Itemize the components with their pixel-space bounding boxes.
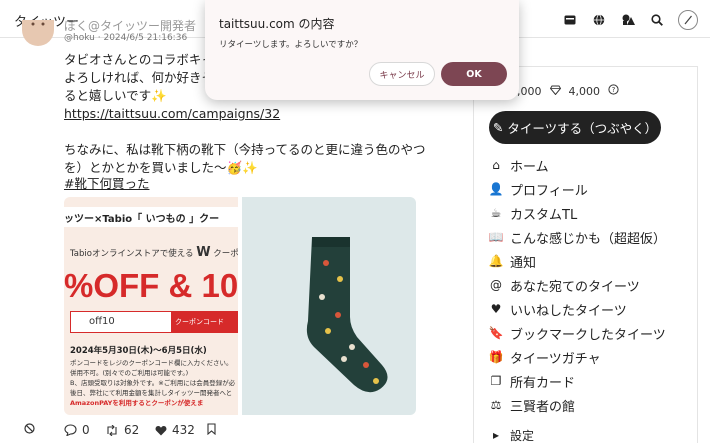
globe-icon[interactable] [591, 12, 607, 28]
sidebar-item-label: プロフィール [510, 183, 588, 199]
sidebar-item-likes[interactable]: ♥ いいねしたタイーツ [488, 297, 688, 321]
retweet-icon [107, 424, 117, 436]
retweet-count: 62 [124, 423, 140, 437]
svg-text:?: ? [612, 86, 616, 94]
promo-sub-suffix: クーポン [213, 249, 238, 259]
reply-button[interactable]: 0 [64, 423, 90, 437]
post-meta: @hoku · 2024/6/5 21:16:36 [64, 33, 188, 43]
avatar[interactable] [22, 20, 54, 46]
promo-fine: ポンコードをレジのクーポンコード欄に入力ください。 併用不可。(別々でのご利用は… [70, 358, 235, 408]
diamond-icon [549, 85, 561, 98]
sidebar-item-guess[interactable]: 📖 こんな感じかも（超超仮） [488, 225, 688, 249]
search-icon[interactable] [649, 12, 665, 28]
bookmark-icon: 🔖 [488, 326, 504, 340]
like-count: 432 [172, 423, 195, 437]
ok-button[interactable]: OK [441, 62, 507, 86]
sidebar-item-label: あなた宛てのタイーツ [510, 279, 640, 295]
post-button-label: タイーツする（つぶやく） [507, 121, 658, 136]
post-author[interactable]: ぼく@タイッツー開発者 [64, 17, 196, 34]
heart-icon: ♥ [490, 302, 502, 316]
promo-off: %OFF & 10 [64, 267, 238, 304]
post-actions: 0 62 432 [0, 420, 460, 443]
shapes-icon[interactable] [620, 12, 636, 28]
reply-icon [64, 424, 77, 436]
scales-icon: ⚖ [490, 398, 502, 412]
sidebar-item-custom-tl[interactable]: ☕ カスタムTL [488, 201, 688, 225]
bell-icon: 🔔 [488, 254, 504, 268]
sidebar-item-gacha[interactable]: 🎁 タイーツガチャ [488, 345, 688, 369]
post-timestamp[interactable]: 2024/6/5 21:16:36 [103, 33, 187, 43]
sidebar-item-home[interactable]: ⌂ ホーム [488, 153, 688, 177]
campaign-link[interactable]: https://taittsuu.com/campaigns/32 [64, 105, 464, 123]
sidebar-item-settings[interactable]: ▸ 設定 [488, 423, 688, 443]
top-icons [562, 10, 698, 30]
sidebar-item-label: 通知 [510, 255, 537, 271]
sidebar-item-label: ホーム [510, 159, 549, 175]
sidebar-item-label: 三賢者の館 [510, 399, 576, 415]
home-icon: ⌂ [492, 158, 500, 172]
card-icon[interactable] [562, 12, 578, 28]
cancel-button[interactable]: キャンセル [369, 62, 435, 86]
post-line: ちなみに、私は靴下柄の靴下（今持ってるのと更に違う色のやつ [64, 142, 426, 157]
sidebar-item-profile[interactable]: 👤 プロフィール [488, 177, 688, 201]
heart-icon [155, 425, 167, 435]
confirm-dialog: taittsuu.com の内容 リタイーツします。よろしいですか？ キャンセル… [205, 0, 519, 100]
promo-code: off10 [89, 316, 115, 327]
promo-fine-line: 併用不可。(別々でのご利用は可能です。) [70, 369, 189, 377]
sidebar-item-label: いいねしたタイーツ [510, 303, 627, 319]
promo-fine-line: AmazonPAYを利用するとクーポンが使えま [70, 399, 204, 407]
sidebar-item-mentions[interactable]: @ あなた宛てのタイーツ [488, 273, 688, 297]
pencil-icon: ✎ [492, 120, 504, 135]
sidebar-item-cards[interactable]: ❐ 所有カード [488, 369, 688, 393]
cup-icon: ☕ [490, 206, 502, 220]
retweet-button[interactable]: 62 [105, 423, 139, 437]
promo-coupon: off10 クーポンコード [70, 311, 238, 333]
promo-sub-w: W [196, 245, 211, 260]
sidebar-item-label: タイーツガチャ [510, 351, 601, 367]
caret-right-icon: ▸ [492, 428, 500, 442]
reply-count: 0 [82, 423, 90, 437]
mute-icon[interactable] [24, 423, 35, 434]
hashtag-link[interactable]: #靴下何買った [64, 173, 149, 192]
sidebar-menu: ⌂ ホーム 👤 プロフィール ☕ カスタムTL 📖 こんな感じかも（超超仮） 🔔… [488, 153, 688, 443]
promo-strip: ッツー×Tabio「 いつもの 」クー [64, 207, 238, 227]
stat-diamonds: 4,000 [568, 84, 601, 98]
pen-icon[interactable] [678, 10, 698, 30]
promo-tag: クーポンコード [171, 312, 237, 332]
sidebar-item-label: こんな感じかも（超超仮） [510, 231, 667, 247]
bookmark-icon[interactable] [207, 423, 216, 435]
book-icon: 📖 [488, 230, 504, 244]
gift-icon: 🎁 [488, 350, 504, 364]
dialog-message: リタイーツします。よろしいですか？ [219, 40, 363, 50]
sock-image[interactable] [242, 197, 416, 415]
sidebar-item-bookmarks[interactable]: 🔖 ブックマークしたタイーツ [488, 321, 688, 345]
right-sidebar: 4,000 4,000 ? ✎ タイーツする（つぶやく） ⌂ ホーム 👤 プロフ… [473, 66, 698, 443]
promo-sub: Tabioオンラインストアで使える W クーポン [70, 245, 238, 260]
promo-date: 2024年5月30日(木)～6月5日(水) [70, 346, 207, 356]
dialog-title: taittsuu.com の内容 [219, 17, 335, 31]
user-icon: 👤 [488, 182, 504, 196]
sidebar-item-label: ブックマークしたタイーツ [510, 327, 666, 343]
promo-fine-line: ポンコードをレジのクーポンコード欄に入力ください。 [70, 359, 233, 367]
sidebar-item-label: 所有カード [510, 375, 576, 391]
help-icon[interactable]: ? [608, 84, 619, 98]
sidebar-item-label: 設定 [510, 428, 535, 443]
sidebar-item-notifications[interactable]: 🔔 通知 [488, 249, 688, 273]
sidebar-item-label: カスタムTL [510, 207, 578, 223]
promo-fine-line: 後日、弊社にて利用金額を集計しタイッツー開発者へと [70, 389, 233, 397]
promo-sub-prefix: Tabioオンラインストアで使える [70, 249, 194, 259]
promo-image[interactable]: ッツー×Tabio「 いつもの 」クー Tabioオンラインストアで使える W … [64, 197, 238, 415]
sidebar-item-sages[interactable]: ⚖ 三賢者の館 [488, 393, 688, 417]
promo-fine-line: B、店頭受取りは対象外です。※ご利用には会員登録が必 [70, 379, 236, 387]
like-button[interactable]: 432 [155, 423, 195, 437]
user-stats: 4,000 4,000 ? [510, 84, 619, 98]
post-handle[interactable]: @hoku [64, 33, 95, 43]
post-button[interactable]: ✎ タイーツする（つぶやく） [489, 111, 661, 144]
at-icon: @ [490, 278, 502, 292]
cards-icon: ❐ [490, 374, 502, 388]
